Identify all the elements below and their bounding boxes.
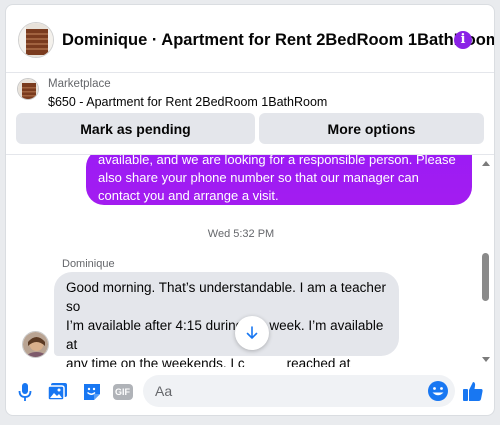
- gif-icon[interactable]: GIF: [112, 381, 134, 403]
- chat-header: Dominique · Apartment for Rent 2BedRoom …: [6, 5, 494, 73]
- mark-as-pending-button[interactable]: Mark as pending: [16, 113, 255, 144]
- incoming-line-text: any time on the weekends. I c: [66, 356, 245, 367]
- scroll-to-bottom-button[interactable]: [235, 316, 269, 350]
- emoji-icon[interactable]: [427, 380, 449, 402]
- scroll-thumb[interactable]: [482, 253, 489, 301]
- photo-icon[interactable]: [47, 381, 69, 403]
- incoming-line: I’m available after 4:15 during the week…: [66, 318, 384, 352]
- more-options-button[interactable]: More options: [259, 113, 484, 144]
- microphone-icon[interactable]: [14, 381, 36, 403]
- outgoing-line: also share your phone number so that our…: [98, 170, 419, 185]
- outgoing-message: available, and we are looking for a resp…: [86, 155, 472, 205]
- marketplace-label: Marketplace: [48, 78, 111, 90]
- outgoing-line: available, and we are looking for a resp…: [98, 155, 456, 167]
- marketplace-panel: Marketplace $650 - Apartment for Rent 2B…: [6, 73, 494, 155]
- message-timestamp: Wed 5:32 PM: [207, 228, 275, 240]
- message-composer: GIF Aa: [6, 367, 494, 415]
- arrow-down-icon: [246, 326, 258, 339]
- incoming-line: Good morning. That’s understandable. I a…: [66, 280, 386, 314]
- sticker-icon[interactable]: [81, 381, 103, 403]
- avatar[interactable]: [22, 331, 49, 358]
- message-thread[interactable]: available, and we are looking for a resp…: [6, 155, 494, 367]
- listing-title[interactable]: $650 - Apartment for Rent 2BedRoom 1Bath…: [48, 95, 327, 109]
- messenger-window: Dominique · Apartment for Rent 2BedRoom …: [5, 4, 495, 416]
- info-icon[interactable]: i: [454, 31, 472, 49]
- gif-label: GIF: [115, 387, 130, 397]
- scroll-up-arrow[interactable]: [482, 161, 490, 166]
- listing-thumbnail[interactable]: [18, 22, 54, 58]
- scroll-down-arrow[interactable]: [482, 357, 490, 362]
- conversation-title[interactable]: Dominique · Apartment for Rent 2BedRoom …: [62, 31, 494, 50]
- incoming-message: Good morning. That’s understandable. I a…: [54, 272, 399, 367]
- incoming-line-tail: reached at: [286, 356, 351, 367]
- listing-thumbnail-small[interactable]: [17, 78, 39, 100]
- thumbs-up-icon[interactable]: [461, 379, 485, 403]
- incoming-line: any time on the weekends. I c reached at: [66, 354, 387, 367]
- outgoing-line: contact you and arrange a visit.: [98, 188, 279, 203]
- message-input[interactable]: Aa: [143, 375, 455, 407]
- sender-name: Dominique: [62, 258, 115, 270]
- message-input-placeholder: Aa: [155, 383, 173, 399]
- thread-scrollbar[interactable]: [478, 155, 494, 367]
